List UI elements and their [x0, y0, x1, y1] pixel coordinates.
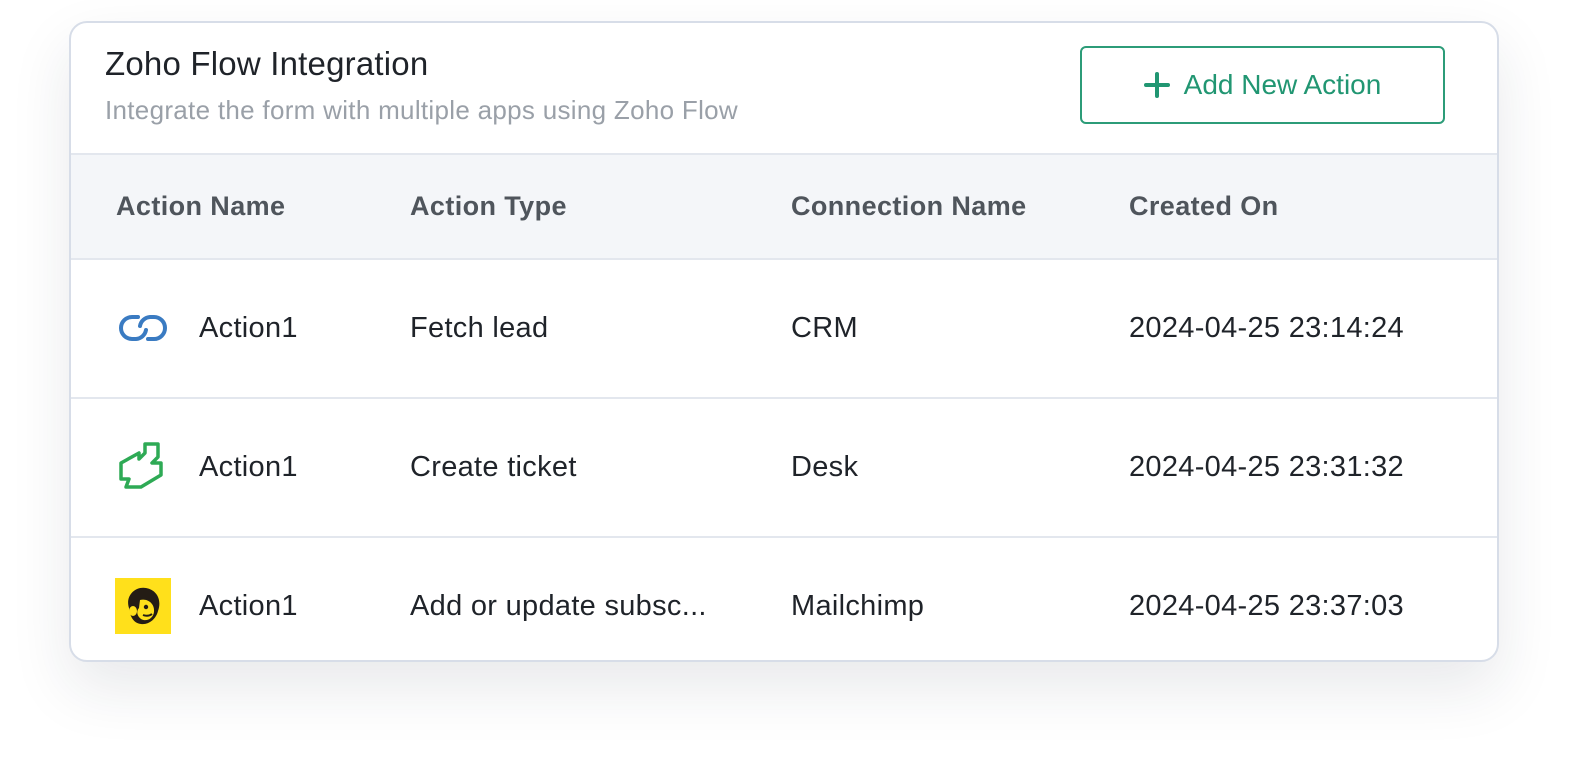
created-on: 2024-04-25 23:37:03 — [1129, 590, 1404, 622]
action-name: Action1 — [199, 312, 298, 344]
created-on: 2024-04-25 23:14:24 — [1129, 312, 1404, 344]
plus-icon — [1143, 72, 1170, 98]
table-row[interactable]: Action1 Fetch lead CRM 2024-04-25 23:14:… — [71, 260, 1497, 399]
page-title: Zoho Flow Integration — [105, 45, 429, 82]
connection-name: CRM — [791, 312, 858, 344]
connection-name: Desk — [791, 451, 859, 483]
action-type: Add or update subsc... — [410, 590, 707, 622]
column-header-connection-name: Connection Name — [791, 191, 1027, 221]
action-name: Action1 — [199, 590, 298, 622]
action-type: Fetch lead — [410, 312, 549, 344]
page-subtitle: Integrate the form with multiple apps us… — [105, 95, 738, 125]
card-header: Zoho Flow Integration Integrate the form… — [71, 23, 1497, 155]
zoho-flow-integration-card: Zoho Flow Integration Integrate the form… — [69, 21, 1499, 662]
table-body: Action1 Fetch lead CRM 2024-04-25 23:14:… — [71, 260, 1497, 660]
mailchimp-icon — [115, 578, 171, 634]
column-header-action-type: Action Type — [410, 191, 567, 221]
add-new-action-button[interactable]: Add New Action — [1080, 46, 1445, 124]
table-header: Action Name Action Type Connection Name … — [71, 155, 1497, 260]
table-row[interactable]: Action1 Create ticket Desk 2024-04-25 23… — [71, 399, 1497, 538]
column-header-action-name: Action Name — [116, 191, 286, 221]
zoho-crm-icon — [119, 315, 167, 341]
created-on: 2024-04-25 23:31:32 — [1129, 451, 1404, 483]
zoho-desk-icon — [119, 442, 163, 489]
add-new-action-label: Add New Action — [1183, 69, 1382, 100]
action-name: Action1 — [199, 451, 298, 483]
column-header-created-on: Created On — [1129, 191, 1279, 221]
connection-name: Mailchimp — [791, 590, 925, 622]
action-type: Create ticket — [410, 451, 577, 483]
table-row[interactable]: Action1 Add or update subsc... Mailchimp… — [71, 538, 1497, 660]
